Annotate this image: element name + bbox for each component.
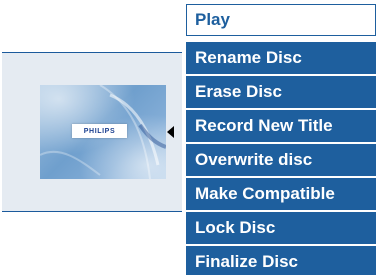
menu-item-make-compatible[interactable]: Make Compatible [186,178,376,210]
menu-item-record-new-title[interactable]: Record New Title [186,110,376,142]
brand-logo-text: PHILIPS [83,127,116,135]
menu-item-finalize-disc[interactable]: Finalize Disc [186,246,376,275]
disc-options-menu: Play Rename Disc Erase Disc Record New T… [186,0,379,275]
disc-menu-screen: PHILIPS Play Rename Disc Erase Disc Reco… [0,0,379,275]
menu-item-play[interactable]: Play [186,4,376,36]
brand-logo-plate: PHILIPS [72,124,127,138]
menu-item-rename-disc[interactable]: Rename Disc [186,42,376,74]
selection-pointer-icon [167,126,174,138]
menu-item-overwrite-disc[interactable]: Overwrite disc [186,144,376,176]
menu-item-lock-disc[interactable]: Lock Disc [186,212,376,244]
menu-item-erase-disc[interactable]: Erase Disc [186,76,376,108]
disc-thumbnail: PHILIPS [40,85,166,179]
disc-preview-panel: PHILIPS [2,52,182,212]
